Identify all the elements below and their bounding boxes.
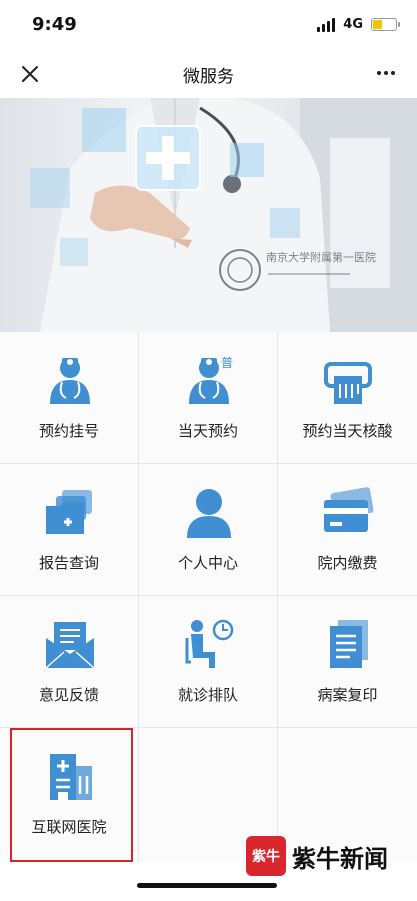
menu-item-queue[interactable]: 就诊排队 — [139, 596, 278, 728]
printer-icon — [324, 362, 372, 404]
menu-label: 院内缴费 — [317, 554, 378, 572]
menu-item-personal-center[interactable]: 个人中心 — [139, 464, 278, 596]
menu-label: 当天预约 — [177, 422, 238, 440]
banner-image: 南京大学附属第一医院 — [0, 98, 417, 332]
doctor-icon — [50, 358, 90, 404]
menu-label: 报告查询 — [38, 554, 99, 572]
more-icon[interactable] — [373, 60, 399, 86]
news-watermark: 紫牛 紫牛新闻 — [246, 836, 388, 876]
page-title: 微服务 — [183, 67, 234, 87]
menu-label: 病案复印 — [317, 686, 378, 704]
menu-label: 预约挂号 — [38, 422, 99, 440]
nav-bar: 微服务 — [0, 50, 417, 98]
mail-icon — [45, 622, 95, 669]
battery-fill — [373, 20, 383, 29]
menu-label: 就诊排队 — [177, 686, 238, 704]
person-icon — [187, 489, 231, 538]
menu-item-record-copy[interactable]: 病案复印 — [278, 596, 417, 728]
general-badge: 普 — [221, 356, 234, 370]
status-bar: 9:49 4G — [0, 0, 417, 50]
menu-label: 意见反馈 — [38, 686, 99, 704]
watermark-text: 紫牛新闻 — [292, 843, 388, 873]
menu-label: 预约当天核酸 — [302, 422, 393, 440]
menu-item-payment[interactable]: 院内缴费 — [278, 464, 417, 596]
banner-illustration: 南京大学附属第一医院 — [30, 98, 417, 332]
watermark-logo: 紫牛 — [246, 836, 286, 876]
status-right: 4G — [317, 17, 400, 32]
menu-item-feedback[interactable]: 意见反馈 — [0, 596, 139, 728]
menu-label: 个人中心 — [177, 554, 238, 572]
hospital-seal-text: 南京大学附属第一医院 — [266, 250, 376, 264]
menu-item-same-day[interactable]: 普 当天预约 — [139, 332, 278, 464]
highlight-box — [10, 728, 133, 862]
menu-item-report[interactable]: 报告查询 — [0, 464, 139, 596]
documents-icon — [330, 620, 368, 668]
home-indicator[interactable] — [137, 883, 277, 888]
battery-icon — [371, 18, 400, 31]
status-time: 9:49 — [32, 14, 77, 35]
network-label: 4G — [343, 17, 363, 32]
signal-icon — [317, 17, 336, 32]
queue-icon — [185, 619, 234, 668]
card-icon — [324, 487, 374, 532]
menu-item-nucleic-acid[interactable]: 预约当天核酸 — [278, 332, 417, 464]
menu-item-appointment[interactable]: 预约挂号 — [0, 332, 139, 464]
folders-icon — [46, 490, 92, 534]
